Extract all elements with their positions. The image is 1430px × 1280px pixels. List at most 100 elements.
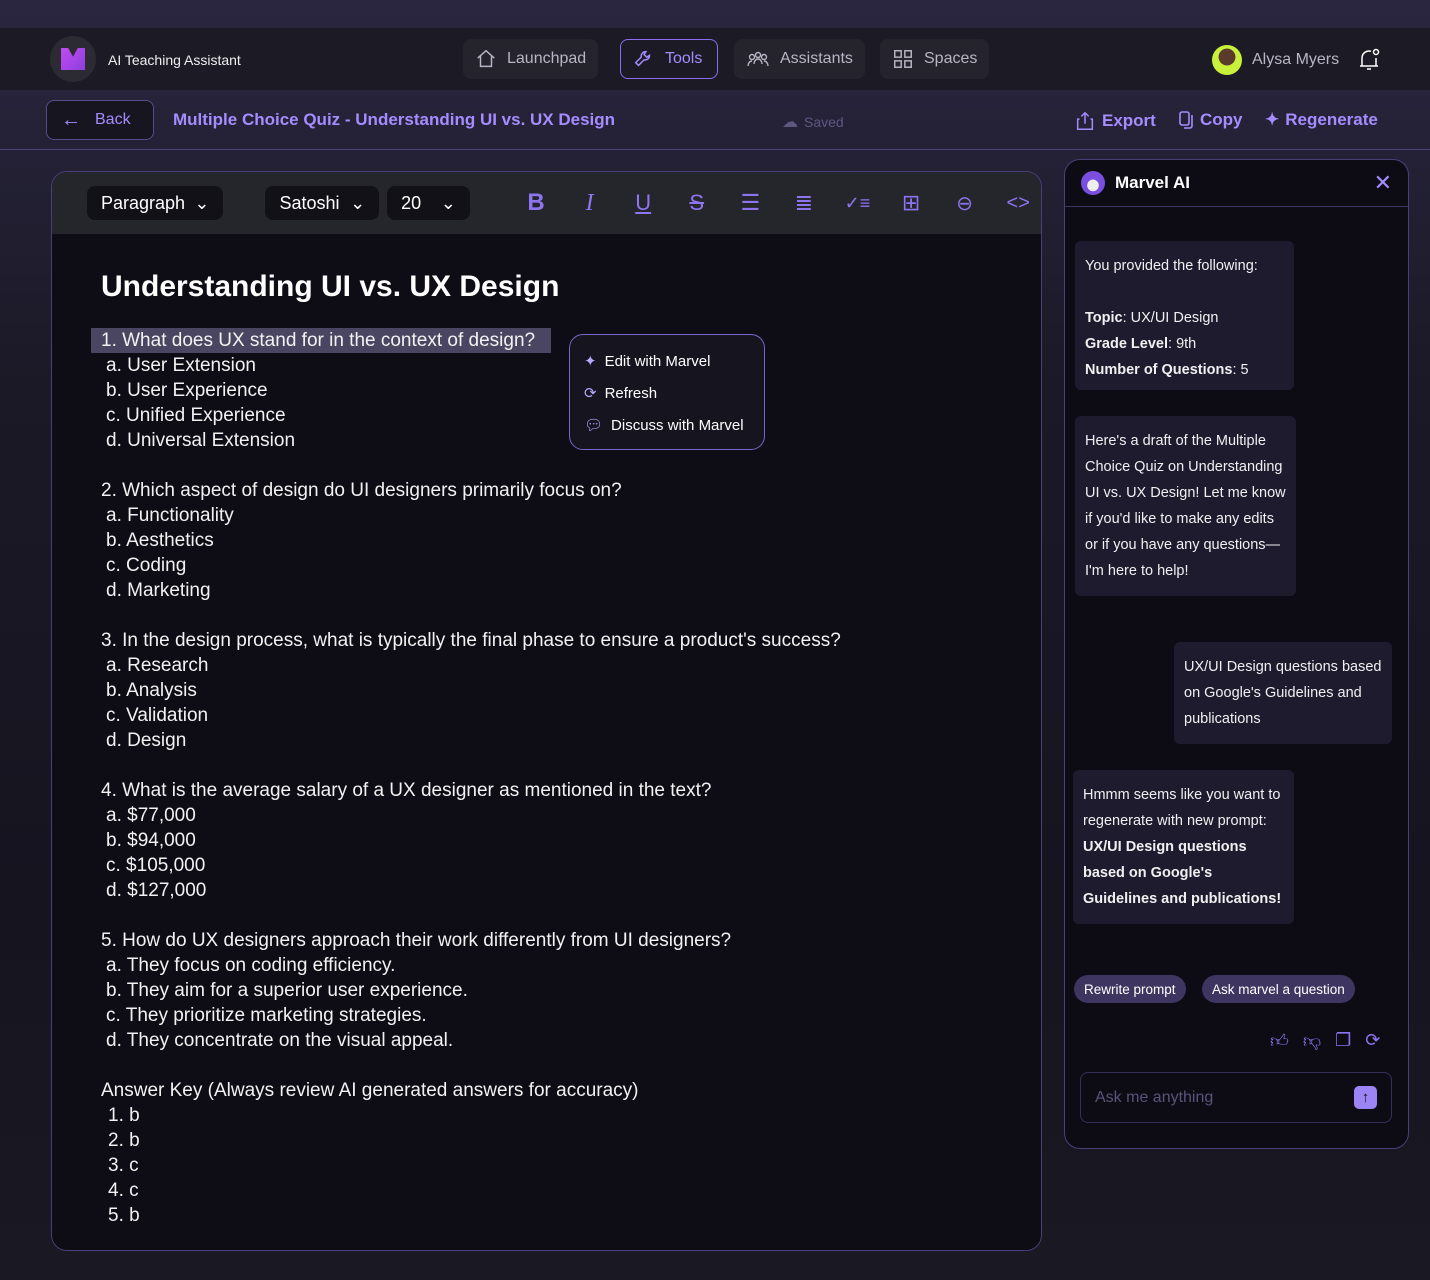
answer-key-title: Answer Key (Always review AI generated a… bbox=[101, 1080, 639, 1101]
answer-key-item: 3. c bbox=[108, 1155, 139, 1176]
export-button[interactable]: Export bbox=[1074, 110, 1156, 132]
italic-icon[interactable]: I bbox=[567, 190, 613, 217]
chevron-down-icon: ⌄ bbox=[194, 192, 210, 213]
arrow-up-icon: ↑ bbox=[1361, 1089, 1370, 1106]
question-text: 3. In the design process, what is typica… bbox=[101, 630, 841, 651]
nav-launchpad[interactable]: Launchpad bbox=[463, 39, 599, 79]
answer-option: c. $105,000 bbox=[106, 855, 206, 876]
copy-label: Copy bbox=[1200, 110, 1243, 129]
send-button[interactable]: ↑ bbox=[1354, 1086, 1377, 1109]
copy-button[interactable]: Copy bbox=[1178, 110, 1243, 130]
regenerate-label: Regenerate bbox=[1285, 110, 1378, 129]
answer-option: c. Coding bbox=[106, 555, 187, 576]
quiz-question: 2. Which aspect of design do UI designer… bbox=[101, 478, 1041, 603]
nav-label: Launchpad bbox=[507, 50, 587, 67]
refresh-icon: ⟳ bbox=[584, 385, 597, 402]
nav-label: Spaces bbox=[924, 50, 978, 67]
document-title: Multiple Choice Quiz - Understanding UI … bbox=[173, 110, 616, 129]
quiz-question: 3. In the design process, what is typica… bbox=[101, 628, 1041, 753]
panel-header: Marvel AI ✕ bbox=[1065, 160, 1408, 207]
code-icon[interactable]: <> bbox=[995, 192, 1041, 215]
thumbs-up-icon[interactable]: 👍︎ bbox=[1270, 1030, 1289, 1052]
user-profile[interactable]: Alysa Myers bbox=[1212, 45, 1381, 75]
menu-item-discuss-with-marvel[interactable]: 💬︎ Discuss with Marvel bbox=[584, 409, 750, 441]
chip-ask-marvel[interactable]: Ask marvel a question bbox=[1202, 975, 1355, 1003]
selection-context-menu: ✦ Edit with Marvel ⟳ Refresh 💬︎ Discuss wit… bbox=[569, 334, 765, 450]
answer-option: d. Marketing bbox=[106, 580, 211, 601]
answer-option: c. Validation bbox=[106, 705, 209, 726]
regenerate-button[interactable]: ✦ Regenerate bbox=[1265, 110, 1378, 130]
thumbs-down-icon[interactable]: 👎︎ bbox=[1303, 1030, 1321, 1052]
font-family-select[interactable]: Satoshi ⌄ bbox=[265, 186, 380, 220]
question-text: 5. How do UX designers approach their wo… bbox=[101, 930, 732, 951]
answer-key: Answer Key (Always review AI generated a… bbox=[101, 1078, 1041, 1228]
answer-option: b. Analysis bbox=[106, 680, 197, 701]
bell-icon[interactable] bbox=[1357, 47, 1381, 73]
quiz-question: 4. What is the average salary of a UX de… bbox=[101, 778, 1041, 903]
regenerate-icon[interactable]: ⟳ bbox=[1365, 1030, 1380, 1052]
nav-assistants[interactable]: Assistants bbox=[734, 39, 865, 79]
app-logo[interactable] bbox=[50, 36, 96, 82]
question-text: 1. What does UX stand for in the context… bbox=[91, 328, 552, 353]
export-label: Export bbox=[1102, 111, 1156, 130]
avatar bbox=[1212, 45, 1242, 75]
chat-message-ai: Hmmm seems like you want to regenerate w… bbox=[1073, 770, 1294, 924]
answer-option: b. They aim for a superior user experien… bbox=[106, 980, 468, 1001]
back-button[interactable]: ← Back bbox=[46, 100, 154, 140]
answer-option: c. They prioritize marketing strategies. bbox=[106, 1005, 427, 1026]
cloud-check-icon: ☁︎ bbox=[782, 114, 798, 131]
chat-message-ai: Here's a draft of the Multiple Choice Qu… bbox=[1075, 416, 1296, 596]
panel-title: Marvel AI bbox=[1115, 173, 1190, 192]
chat-message-user: UX/UI Design questions based on Google's… bbox=[1174, 642, 1392, 744]
menu-label: Discuss with Marvel bbox=[611, 416, 744, 434]
checklist-icon[interactable]: ✓≡ bbox=[835, 193, 881, 214]
menu-item-edit-with-marvel[interactable]: ✦ Edit with Marvel bbox=[584, 345, 750, 377]
link-icon[interactable]: ⊖ bbox=[942, 191, 988, 216]
answer-option: d. $127,000 bbox=[106, 880, 207, 901]
close-icon[interactable]: ✕ bbox=[1374, 170, 1392, 196]
answer-option: d. Design bbox=[106, 730, 187, 751]
saved-status: ☁︎ Saved bbox=[782, 112, 844, 132]
sparkle-icon: ✦ bbox=[584, 353, 597, 370]
document-content[interactable]: Understanding UI vs. UX Design 1. What d… bbox=[52, 234, 1041, 1228]
home-icon bbox=[477, 49, 495, 68]
block-type-value: Paragraph bbox=[101, 192, 186, 213]
chat-input[interactable]: Ask me anything ↑ bbox=[1080, 1072, 1392, 1123]
answer-key-item: 4. c bbox=[108, 1180, 139, 1201]
marvel-avatar bbox=[1081, 171, 1105, 195]
answer-option: b. Aesthetics bbox=[106, 530, 214, 551]
bullet-list-icon[interactable]: ☰ bbox=[728, 190, 774, 216]
font-family-value: Satoshi bbox=[279, 192, 340, 213]
font-size-value: 20 bbox=[401, 192, 422, 213]
bold-icon[interactable]: B bbox=[513, 189, 559, 217]
message-text: You provided the following: bbox=[1085, 258, 1258, 274]
copy-icon[interactable]: ❐ bbox=[1335, 1030, 1351, 1052]
share-icon bbox=[1076, 111, 1094, 130]
numbered-list-icon[interactable]: ≣ bbox=[781, 190, 827, 216]
document-editor[interactable]: Paragraph ⌄ Satoshi ⌄ 20 ⌄ B I U S ☰ ≣ ✓≡ ⊞… bbox=[51, 171, 1042, 1251]
menu-item-refresh[interactable]: ⟳ Refresh bbox=[584, 377, 750, 409]
wrench-icon bbox=[634, 50, 651, 67]
nav-tools[interactable]: Tools bbox=[620, 39, 718, 79]
message-text: Grade Level: 9th bbox=[1085, 336, 1197, 352]
users-icon bbox=[747, 51, 769, 67]
block-type-select[interactable]: Paragraph ⌄ bbox=[87, 186, 224, 220]
header-divider bbox=[0, 149, 1430, 150]
underline-icon[interactable]: U bbox=[620, 190, 666, 216]
chip-rewrite-prompt[interactable]: Rewrite prompt bbox=[1074, 975, 1186, 1003]
table-icon[interactable]: ⊞ bbox=[888, 190, 934, 216]
answer-option: d. They concentrate on the visual appeal… bbox=[106, 1030, 454, 1051]
answer-key-item: 5. b bbox=[108, 1205, 140, 1226]
question-text: 4. What is the average salary of a UX de… bbox=[101, 780, 712, 801]
strikethrough-icon[interactable]: S bbox=[674, 190, 720, 216]
message-text: Topic: UX/UI Design bbox=[1085, 310, 1219, 326]
answer-option: a. Research bbox=[106, 655, 209, 676]
menu-label: Edit with Marvel bbox=[604, 352, 711, 370]
nav-spaces[interactable]: Spaces bbox=[880, 39, 990, 79]
app-title: AI Teaching Assistant bbox=[108, 52, 241, 68]
answer-key-item: 1. b bbox=[108, 1105, 140, 1126]
message-actions: 👍︎ 👎︎ ❐ ⟳ bbox=[1270, 1030, 1380, 1052]
font-size-select[interactable]: 20 ⌄ bbox=[387, 186, 470, 220]
answer-option: b. $94,000 bbox=[106, 830, 196, 851]
chat-message-ai: You provided the following: Topic: UX/UI… bbox=[1075, 241, 1294, 390]
